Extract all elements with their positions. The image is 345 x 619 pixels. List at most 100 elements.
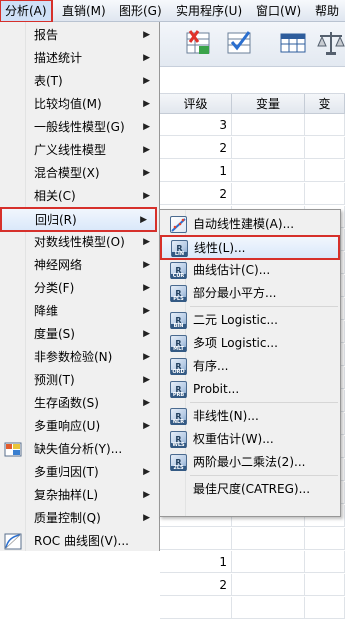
analyze-menu-item[interactable]: 多重归因(T) ▶ — [0, 461, 158, 484]
menu-item-label: ROC 曲线图(V)... — [34, 534, 129, 548]
menu-direct-marketing[interactable]: 直销(M) — [58, 0, 110, 22]
submenu-arrow-icon: ▶ — [143, 145, 150, 155]
grid-cell-empty[interactable] — [305, 528, 345, 550]
analyze-menu-item[interactable]: 降维 ▶ — [0, 300, 158, 323]
partial-least-squares-icon: R PLS — [170, 285, 187, 302]
analyze-menu-item[interactable]: ROC 曲线图(V)... — [0, 530, 158, 553]
grid-cell-empty[interactable] — [232, 160, 305, 182]
analyze-menu-item[interactable]: 预测(T) ▶ — [0, 369, 158, 392]
column-header-var[interactable]: 变量 — [232, 94, 305, 114]
grid-cell-empty[interactable] — [232, 183, 305, 205]
regression-submenu-item[interactable]: R CUR 曲线估计(C)... — [161, 259, 339, 282]
grid-cell-rating[interactable]: 2 — [160, 137, 232, 159]
analyze-menu-item[interactable]: 比较均值(M) ▶ — [0, 93, 158, 116]
menu-item-label: 报告 — [34, 28, 59, 42]
grid-cell-empty[interactable] — [232, 551, 305, 573]
analyze-menu-item[interactable]: 报告 ▶ — [0, 24, 158, 47]
analyze-menu-item[interactable]: 广义线性模型 ▶ — [0, 139, 158, 162]
grid-cell-rating[interactable]: 3 — [160, 114, 232, 136]
menu-item-label: 一般线性模型(G) — [34, 120, 125, 134]
analyze-menu-item[interactable]: 相关(C) ▶ — [0, 185, 158, 208]
grid-cell-empty[interactable] — [232, 114, 305, 136]
menu-item-label: 相关(C) — [34, 189, 76, 203]
grid-cell-empty[interactable] — [232, 528, 305, 550]
analyze-menu-item[interactable]: 分类(F) ▶ — [0, 277, 158, 300]
analyze-menu-item[interactable]: 描述统计 ▶ — [0, 47, 158, 70]
regression-submenu-item[interactable]: R BIN 二元 Logistic... — [161, 309, 339, 332]
analyze-menu-item[interactable]: 神经网络 ▶ — [0, 254, 158, 277]
grid-cell-rating[interactable]: 2 — [160, 183, 232, 205]
analyze-menu-item[interactable]: 表(T) ▶ — [0, 70, 158, 93]
regression-submenu-item[interactable]: 最佳尺度(CATREG)... — [161, 478, 339, 501]
menu-item-label: 比较均值(M) — [34, 97, 102, 111]
analyze-menu: 报告 ▶ 描述统计 ▶ 表(T) ▶ 比较均值(M) ▶ 一般线性模型(G) ▶ 广义线性模型 ▶ 混合… — [0, 22, 160, 551]
grid-cell-empty[interactable] — [305, 137, 345, 159]
regression-submenu-item[interactable]: 自动线性建模(A)... — [161, 213, 339, 236]
menu-item-label: 神经网络 — [34, 258, 83, 272]
grid-cell-rating[interactable]: 2 — [160, 574, 232, 596]
submenu-item-label: 最佳尺度(CATREG)... — [193, 482, 311, 496]
column-header-rating[interactable]: 评级 — [160, 94, 232, 114]
menu-item-label: 生存函数(S) — [34, 396, 99, 410]
grid-cell-empty[interactable] — [232, 137, 305, 159]
submenu-arrow-icon: ▶ — [143, 329, 150, 339]
weight-cases-icon[interactable] — [225, 28, 255, 58]
select-cases-icon[interactable] — [184, 28, 214, 58]
regression-submenu-item[interactable]: R WLS 权重估计(W)... — [161, 428, 339, 451]
regression-submenu-item[interactable]: R PLS 部分最小平方... — [161, 282, 339, 305]
auto-linear-modeling-icon — [170, 216, 187, 233]
analyze-menu-item[interactable]: 混合模型(X) ▶ — [0, 162, 158, 185]
analyze-menu-item[interactable]: 多重响应(U) ▶ — [0, 415, 158, 438]
column-header-var-2[interactable]: 变 — [305, 94, 345, 114]
menu-item-label: 降维 — [34, 304, 59, 318]
analyze-menu-item[interactable]: 回归(R) ▶ — [0, 207, 157, 232]
grid-cell-empty[interactable] — [305, 574, 345, 596]
grid-cell-empty[interactable] — [305, 160, 345, 182]
scale-icon[interactable] — [316, 28, 345, 58]
ordinal-icon: R ORD — [170, 358, 187, 375]
menu-item-label: 复杂抽样(L) — [34, 488, 99, 502]
grid-cell-empty[interactable] — [305, 114, 345, 136]
menu-item-label: 对数线性模型(O) — [34, 235, 125, 249]
analyze-menu-item[interactable]: 非参数检验(N) ▶ — [0, 346, 158, 369]
submenu-item-label: 权重估计(W)... — [193, 432, 274, 446]
menu-help[interactable]: 帮助 — [311, 0, 343, 22]
submenu-arrow-icon: ▶ — [143, 237, 150, 247]
regression-submenu-item[interactable]: R LIN 线性(L)... — [160, 235, 340, 260]
regression-submenu-item[interactable]: R NLR 非线性(N)... — [161, 405, 339, 428]
submenu-arrow-icon: ▶ — [143, 490, 150, 500]
menu-item-label: 表(T) — [34, 74, 63, 88]
cell-editor-bar[interactable] — [160, 67, 345, 94]
regression-submenu-item[interactable]: R 2LS 两阶最小二乘法(2)... — [161, 451, 339, 474]
menu-graphs[interactable]: 图形(G) — [115, 0, 166, 22]
grid-cell-empty[interactable] — [305, 551, 345, 573]
analyze-menu-item[interactable]: 度量(S) ▶ — [0, 323, 158, 346]
menu-window[interactable]: 窗口(W) — [252, 0, 305, 22]
analyze-menu-item[interactable]: 一般线性模型(G) ▶ — [0, 116, 158, 139]
menu-utilities[interactable]: 实用程序(U) — [172, 0, 246, 22]
analyze-menu-item[interactable]: 质量控制(Q) ▶ — [0, 507, 158, 530]
submenu-arrow-icon: ▶ — [143, 191, 150, 201]
menu-analyze[interactable]: 分析(A) — [0, 0, 53, 23]
analyze-menu-item[interactable]: 缺失值分析(Y)... — [0, 438, 158, 461]
analyze-menu-item[interactable]: 对数线性模型(O) ▶ — [0, 231, 158, 254]
analyze-menu-item[interactable]: 复杂抽样(L) ▶ — [0, 484, 158, 507]
grid-cell-rating[interactable] — [160, 528, 232, 550]
analyze-menu-item[interactable]: 生存函数(S) ▶ — [0, 392, 158, 415]
grid-cell-empty[interactable] — [305, 183, 345, 205]
grid-cell-rating[interactable]: 1 — [160, 551, 232, 573]
menu-item-label: 混合模型(X) — [34, 166, 100, 180]
submenu-arrow-icon: ▶ — [143, 53, 150, 63]
submenu-arrow-icon: ▶ — [143, 352, 150, 362]
grid-cell-rating[interactable] — [160, 597, 232, 619]
regression-submenu-item[interactable]: R ORD 有序... — [161, 355, 339, 378]
regression-submenu-item[interactable]: R MLT 多项 Logistic... — [161, 332, 339, 355]
grid-cell-empty[interactable] — [232, 574, 305, 596]
regression-submenu-item[interactable]: R PRB Probit... — [161, 378, 339, 401]
menu-item-label: 分类(F) — [34, 281, 75, 295]
grid-cell-empty[interactable] — [305, 597, 345, 619]
grid-cell-rating[interactable]: 1 — [160, 160, 232, 182]
value-labels-icon[interactable] — [278, 28, 308, 58]
grid-cell-empty[interactable] — [232, 597, 305, 619]
menu-item-label: 缺失值分析(Y)... — [34, 442, 123, 456]
